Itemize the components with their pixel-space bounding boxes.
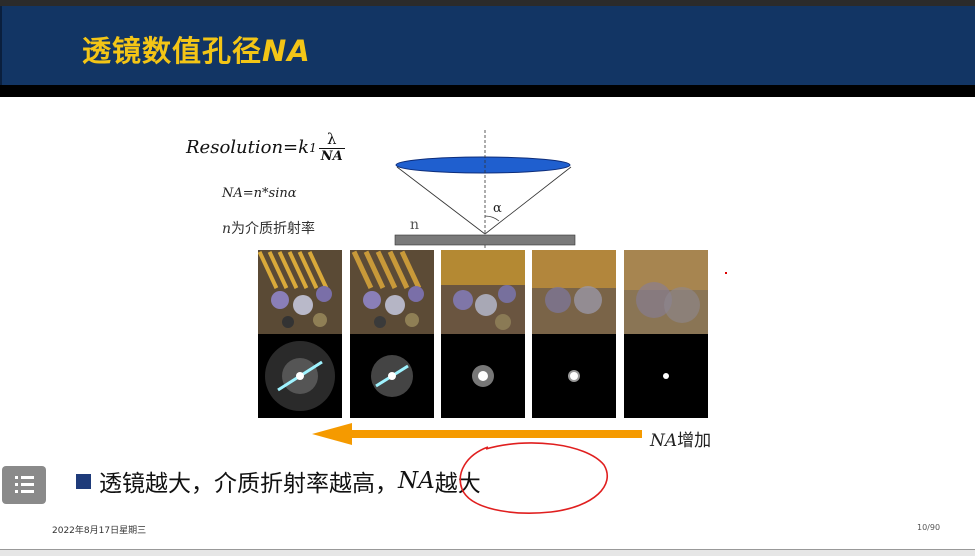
formula-numerator: λ	[326, 130, 337, 148]
n-note-text: 为介质折射率	[231, 221, 316, 237]
fft-image-4	[532, 334, 616, 418]
alpha-arc	[484, 215, 500, 222]
n-note-var: n	[222, 221, 232, 237]
formula-k-sub: 1	[309, 140, 317, 155]
footer-date: 2022年8月17日星期三	[52, 526, 147, 536]
stray-mark	[725, 272, 727, 274]
formula-lhs: Resolution=	[186, 137, 299, 158]
formula-denominator: NA	[318, 148, 345, 164]
formula-k: k	[298, 137, 310, 158]
n-note: n为介质折射率	[222, 218, 315, 238]
fft-image-1	[258, 334, 342, 418]
sample-image-1	[257, 250, 342, 334]
slide-menu-button[interactable]	[2, 466, 46, 504]
fft-image-3	[441, 334, 525, 418]
sample-image-2	[350, 250, 434, 334]
alpha-label: α	[493, 201, 502, 216]
formula-fraction: λ NA	[318, 130, 345, 165]
sample-image-4	[532, 250, 616, 334]
bullet-conclusion: 透镜越大，介质折射率越高， NA 越大	[76, 464, 481, 498]
list-icon	[15, 476, 34, 493]
bullet-text: 透镜越大，介质折射率越高，	[99, 471, 398, 497]
lens-diagram: α n	[394, 130, 576, 253]
bullet-na: NA	[398, 468, 435, 494]
n-label: n	[410, 217, 419, 233]
red-annotation-circle	[459, 442, 609, 514]
sample-stage	[394, 234, 576, 246]
na-definition: NA=n*sinα	[222, 186, 297, 201]
header-bottom-bar	[0, 85, 975, 97]
bullet-square-icon	[76, 473, 91, 489]
footer-page-number: 10/90	[917, 523, 941, 532]
lens-shape	[395, 156, 571, 174]
sample-image-5	[624, 250, 708, 334]
na-increase-label: NA增加	[650, 426, 711, 451]
fft-image-2	[350, 334, 434, 418]
title-text: 透镜数值孔径	[82, 34, 263, 68]
slide-header: 透镜数值孔径NA	[0, 6, 975, 85]
title-na: NA	[262, 34, 311, 68]
sample-image-3	[441, 250, 525, 334]
na-increase-var: NA	[650, 431, 678, 451]
slide-title: 透镜数值孔径NA	[82, 28, 311, 70]
fft-image-5	[624, 334, 708, 418]
na-increase-text: 增加	[677, 431, 712, 451]
resolution-formula: Resolution= k1 λ NA	[186, 130, 345, 165]
